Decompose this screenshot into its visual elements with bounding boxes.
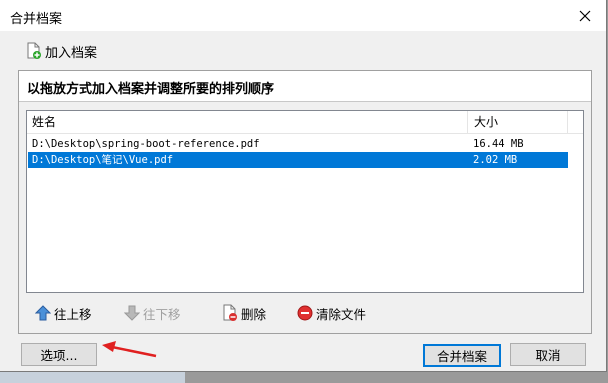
delete-button[interactable]: 删除	[222, 302, 266, 324]
window-title: 合并档案	[10, 12, 63, 27]
list-header: 姓名 大小	[27, 111, 583, 134]
add-document-icon	[27, 42, 41, 59]
file-list[interactable]: 姓名 大小 D:\Desktop\spring-boot-reference.p…	[26, 110, 584, 293]
add-file-label: 加入档案	[45, 45, 98, 61]
merge-button[interactable]: 合并档案	[423, 344, 501, 367]
clear-files-button[interactable]: 清除文件	[297, 302, 366, 324]
add-file-button[interactable]: 加入档案	[26, 41, 97, 61]
title-bar: 合并档案	[0, 0, 606, 31]
clear-files-label: 清除文件	[316, 306, 367, 322]
background-window	[0, 372, 185, 383]
move-up-label: 往上移	[54, 306, 92, 322]
delete-label: 删除	[241, 306, 267, 322]
merge-label: 合并档案	[436, 349, 487, 364]
arrow-up-icon	[35, 305, 51, 321]
column-divider[interactable]	[567, 111, 568, 133]
table-row[interactable]: D:\Desktop\spring-boot-reference.pdf 16.…	[28, 136, 568, 152]
file-size: 2.02 MB	[473, 154, 518, 166]
options-button[interactable]: 选项...	[21, 343, 97, 366]
file-path: D:\Desktop\笔记\Vue.pdf	[32, 154, 174, 166]
remove-circle-icon	[297, 305, 313, 321]
options-label: 选项...	[40, 348, 78, 363]
delete-document-icon	[223, 304, 237, 321]
file-panel: 以拖放方式加入档案并调整所要的排列顺序 姓名 大小 D:\Desktop\spr…	[18, 70, 592, 334]
merge-dialog: 合并档案 加入档案 以拖放方式加入档案并调整所要的排列顺序 姓名 大小 D:\D…	[0, 0, 607, 372]
move-down-label: 往下移	[143, 306, 181, 322]
move-up-button[interactable]: 往上移	[35, 302, 92, 324]
column-header-name[interactable]: 姓名	[32, 111, 462, 133]
column-header-size[interactable]: 大小	[474, 111, 564, 133]
cancel-button[interactable]: 取消	[510, 343, 586, 366]
table-row-selected[interactable]: D:\Desktop\笔记\Vue.pdf 2.02 MB	[28, 152, 568, 168]
file-path: D:\Desktop\spring-boot-reference.pdf	[32, 138, 260, 150]
move-down-button[interactable]: 往下移	[124, 302, 181, 324]
close-button[interactable]	[574, 5, 596, 27]
cancel-label: 取消	[535, 348, 561, 363]
close-icon	[579, 10, 591, 22]
file-size: 16.44 MB	[473, 138, 524, 150]
background-area	[185, 372, 608, 383]
annotation-arrow-icon	[102, 341, 157, 358]
column-divider[interactable]	[467, 111, 468, 133]
panel-instruction: 以拖放方式加入档案并调整所要的排列顺序	[27, 82, 275, 97]
arrow-down-icon	[124, 305, 140, 321]
panel-header: 以拖放方式加入档案并调整所要的排列顺序	[19, 71, 591, 102]
